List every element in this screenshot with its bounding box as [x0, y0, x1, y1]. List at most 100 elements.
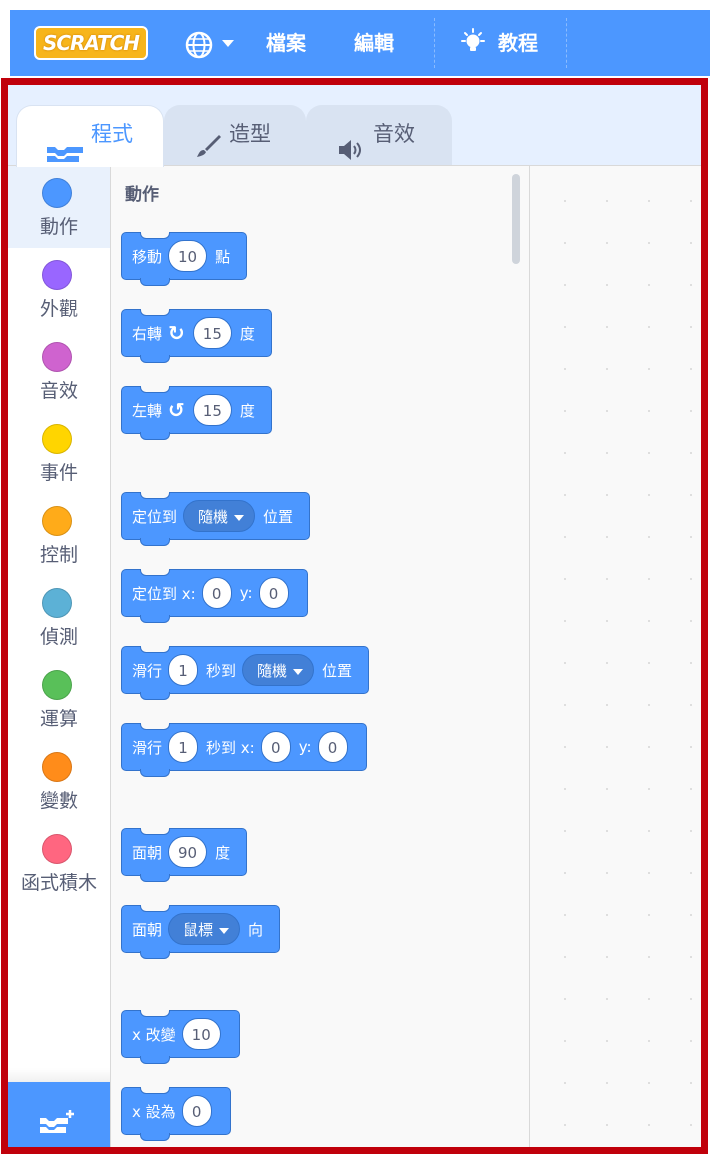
block-text: 面朝 — [132, 843, 163, 862]
x-input[interactable]: 0 — [201, 577, 232, 609]
tab-costumes[interactable]: 造型 — [164, 105, 306, 167]
block-text: y: — [239, 584, 253, 602]
editor-frame: 程式 造型 音效 動作 外觀 音效 事件 控制 偵測 運算 變數 函式積木 動作… — [1, 78, 708, 1154]
tutorials-menu[interactable]: 教程 — [498, 10, 538, 76]
language-caret-icon[interactable] — [222, 40, 234, 47]
category-dot — [42, 506, 72, 536]
scratch-logo[interactable]: SCRATCH — [34, 26, 148, 60]
block-text: x 改變 — [132, 1025, 176, 1044]
category-label: 變數 — [39, 790, 78, 812]
block-text: 滑行 — [132, 738, 163, 757]
point-in-direction-block[interactable]: 面朝 90 度 — [121, 828, 248, 882]
category-label: 事件 — [39, 462, 78, 484]
x-change-input[interactable]: 10 — [181, 1018, 221, 1050]
block-text: 度 — [239, 401, 255, 420]
category-events[interactable]: 事件 — [8, 412, 110, 494]
block-palette: 動作 移動 10 點 右轉 ↻ 15 度 左轉 ↺ 15 度 定位到 隨機 位置… — [111, 166, 530, 1147]
block-text: 度 — [239, 324, 255, 343]
block-text: 秒到 x: — [206, 738, 255, 757]
block-text: 面朝 — [132, 920, 163, 939]
menu-divider — [434, 18, 436, 68]
category-variables[interactable]: 變數 — [8, 740, 110, 822]
turn-left-block[interactable]: 左轉 ↺ 15 度 — [121, 386, 272, 440]
editor-tabs: 程式 造型 音效 — [8, 85, 701, 167]
category-dot — [42, 588, 72, 618]
target-dropdown[interactable]: 隨機 — [242, 654, 315, 686]
point-towards-block[interactable]: 面朝 鼠標 向 — [121, 905, 281, 959]
category-looks[interactable]: 外觀 — [8, 248, 110, 330]
block-text: 秒到 — [206, 661, 237, 680]
block-text: 滑行 — [132, 661, 163, 680]
y-input[interactable]: 0 — [258, 577, 289, 609]
degrees-input[interactable]: 15 — [192, 317, 232, 349]
palette-scrollbar[interactable] — [512, 174, 520, 264]
tab-sounds[interactable]: 音效 — [306, 105, 452, 167]
tab-costumes-label: 造型 — [229, 122, 271, 146]
set-x-block[interactable]: x 設為 0 — [121, 1087, 231, 1141]
dropdown-value: 隨機 — [198, 508, 229, 526]
script-canvas[interactable] — [530, 166, 701, 1147]
category-label: 音效 — [39, 380, 78, 402]
menu-bar: SCRATCH 檔案 編輯 教程 — [10, 10, 710, 76]
block-text: 定位到 — [132, 507, 178, 526]
category-fade — [8, 1068, 110, 1082]
category-my-blocks[interactable]: 函式積木 — [8, 822, 110, 904]
block-text: y: — [298, 738, 312, 756]
dropdown-caret-icon — [234, 514, 245, 521]
lightbulb-icon[interactable] — [458, 28, 488, 62]
seconds-input[interactable]: 1 — [168, 654, 199, 686]
tab-code[interactable]: 程式 — [16, 105, 164, 167]
category-sound[interactable]: 音效 — [8, 330, 110, 412]
turn-right-block[interactable]: 右轉 ↻ 15 度 — [121, 309, 272, 363]
change-x-block[interactable]: x 改變 10 — [121, 1010, 240, 1064]
file-menu[interactable]: 檔案 — [266, 10, 306, 76]
category-label: 動作 — [39, 216, 78, 238]
steps-input[interactable]: 10 — [168, 240, 208, 272]
block-text: 左轉 — [132, 401, 163, 420]
dropdown-value: 鼠標 — [183, 921, 214, 939]
y-input[interactable]: 0 — [317, 731, 348, 763]
category-label: 運算 — [39, 708, 78, 730]
menu-divider — [566, 18, 568, 68]
seconds-input[interactable]: 1 — [168, 731, 199, 763]
category-dot — [42, 342, 72, 372]
category-label: 函式積木 — [20, 872, 97, 894]
direction-input[interactable]: 90 — [168, 836, 208, 868]
add-extension-button[interactable] — [8, 1082, 110, 1147]
category-menu: 動作 外觀 音效 事件 控制 偵測 運算 變數 函式積木 — [8, 166, 111, 1147]
block-text: x 設為 — [132, 1102, 176, 1121]
target-dropdown[interactable]: 鼠標 — [168, 913, 241, 945]
category-dot — [42, 670, 72, 700]
category-sensing[interactable]: 偵測 — [8, 576, 110, 658]
block-text: 向 — [248, 920, 264, 939]
x-set-input[interactable]: 0 — [181, 1095, 212, 1127]
code-workspace: 動作 外觀 音效 事件 控制 偵測 運算 變數 函式積木 動作 移動 10 點 … — [8, 165, 701, 1147]
block-text: 右轉 — [132, 324, 163, 343]
category-label: 偵測 — [39, 626, 78, 648]
block-text: 位置 — [263, 507, 294, 526]
glide-to-block[interactable]: 滑行 1 秒到 隨機 位置 — [121, 646, 370, 700]
category-operators[interactable]: 運算 — [8, 658, 110, 740]
category-label: 控制 — [39, 544, 78, 566]
x-input[interactable]: 0 — [260, 731, 291, 763]
dropdown-caret-icon — [219, 927, 230, 934]
category-dot — [42, 834, 72, 864]
globe-icon[interactable] — [184, 30, 214, 64]
glide-to-xy-block[interactable]: 滑行 1 秒到 x: 0 y: 0 — [121, 723, 367, 777]
category-dot — [42, 752, 72, 782]
palette-heading: 動作 — [125, 185, 159, 205]
edit-menu[interactable]: 編輯 — [354, 10, 394, 76]
go-to-block[interactable]: 定位到 隨機 位置 — [121, 492, 311, 546]
block-text: 移動 — [132, 247, 163, 266]
category-control[interactable]: 控制 — [8, 494, 110, 576]
rotate-left-icon: ↺ — [168, 398, 185, 422]
go-to-xy-block[interactable]: 定位到 x: 0 y: 0 — [121, 569, 308, 623]
target-dropdown[interactable]: 隨機 — [183, 500, 256, 532]
block-text: 度 — [215, 843, 231, 862]
category-dot — [42, 260, 72, 290]
add-extension-icon — [38, 1108, 78, 1142]
tab-code-label: 程式 — [91, 122, 133, 146]
code-icon — [47, 128, 83, 184]
move-steps-block[interactable]: 移動 10 點 — [121, 232, 248, 286]
degrees-input[interactable]: 15 — [192, 394, 232, 426]
